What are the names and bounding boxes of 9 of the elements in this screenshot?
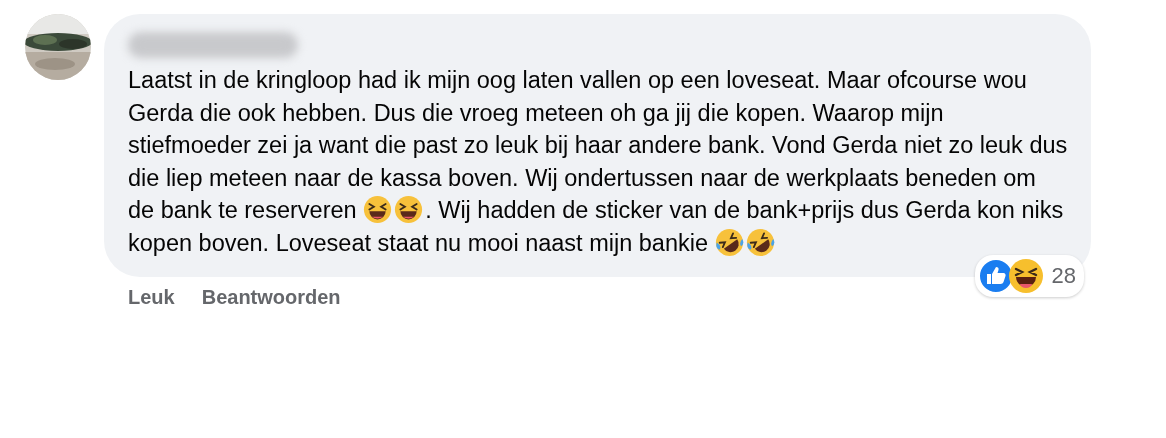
laughing-face-icon	[394, 195, 424, 224]
rolling-laughing-face-icon	[745, 227, 775, 257]
laughing-face-icon	[1007, 258, 1044, 294]
laughing-face-icon	[363, 195, 393, 224]
thumbs-up-icon	[977, 258, 1014, 294]
comment-action-link[interactable]: Beantwoorden	[201, 286, 341, 309]
rolling-laughing-face-icon	[714, 227, 744, 257]
comment-action-link[interactable]: Leuk	[128, 286, 175, 309]
reaction-summary[interactable]: 28	[974, 255, 1084, 297]
